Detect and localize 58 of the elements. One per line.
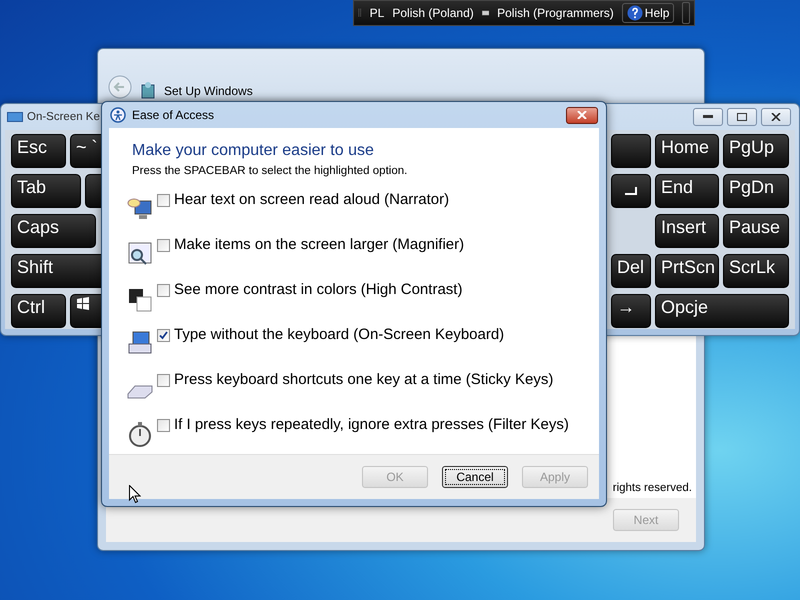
help-button[interactable]: Help — [622, 3, 674, 23]
help-icon — [626, 5, 643, 21]
windows-logo-icon — [76, 297, 90, 311]
keyboard-key[interactable]: PgUp — [723, 134, 789, 168]
dialog-button[interactable]: Cancel — [442, 466, 508, 488]
keyboard-key[interactable]: Caps — [11, 214, 96, 248]
keyboard-key[interactable]: Ctrl — [11, 294, 66, 328]
mouse-pointer-icon — [129, 485, 141, 504]
keyboard-key[interactable]: Opcje — [655, 294, 789, 328]
option-label[interactable]: See more contrast in colors (High Contrast) — [174, 281, 462, 298]
checkbox[interactable] — [157, 239, 170, 252]
keyboard-key[interactable]: Esc — [11, 134, 66, 168]
minimize-icon — [703, 115, 713, 119]
keyboard-icon — [7, 112, 23, 122]
window-title: Set Up Windows — [164, 84, 253, 99]
checkbox[interactable] — [157, 284, 170, 297]
checkbox[interactable] — [157, 329, 170, 342]
dialog-heading: Make your computer easier to use — [132, 142, 375, 160]
close-button[interactable] — [566, 106, 598, 124]
option-label[interactable]: Make items on the screen larger (Magnifier) — [174, 236, 464, 253]
accessibility-icon — [110, 107, 126, 123]
keyboard-key[interactable]: PrtScn — [655, 254, 719, 288]
checkbox[interactable] — [157, 374, 170, 387]
maximize-icon — [737, 113, 747, 121]
keys-icon — [127, 385, 153, 399]
copyright-text: rights reserved. — [612, 482, 692, 494]
setup-icon — [140, 81, 156, 99]
keyboard-key[interactable] — [611, 134, 651, 168]
options-button[interactable] — [682, 2, 690, 24]
keyboard-key[interactable]: Tab — [11, 174, 81, 208]
keyboard-key[interactable]: Insert — [655, 214, 719, 248]
keyboard-key[interactable]: Pause — [723, 214, 789, 248]
option-label[interactable]: Hear text on screen read aloud (Narrator) — [174, 191, 450, 208]
language-name[interactable]: Polish (Poland) — [392, 6, 474, 20]
keyboard-key[interactable]: Home — [655, 134, 719, 168]
enter-icon — [625, 187, 637, 195]
keyboard-key[interactable]: Del — [611, 254, 651, 288]
keyboard-key[interactable]: ScrLk — [723, 254, 789, 288]
keyboard-key[interactable]: → — [611, 294, 651, 328]
keyboard-key[interactable]: End — [655, 174, 719, 208]
keyboard-key[interactable]: PgDn — [723, 174, 789, 208]
option-label[interactable]: If I press keys repeatedly, ignore extra presses (Filter Keys) — [174, 416, 569, 433]
keyboard-layout[interactable]: Polish (Programmers) — [497, 6, 614, 20]
option-label[interactable]: Press keyboard shortcuts one key at a time (Sticky Keys) — [174, 371, 554, 388]
maximize-button[interactable] — [727, 108, 757, 126]
close-icon — [577, 111, 587, 119]
checkbox[interactable] — [157, 419, 170, 432]
keyboard-icon — [482, 8, 490, 18]
close-icon — [771, 113, 781, 121]
enter-key[interactable] — [611, 174, 651, 208]
instruction-text: Press the SPACEBAR to select the highlighted option. — [132, 165, 408, 177]
language-code[interactable]: PL — [370, 6, 384, 20]
close-button[interactable] — [761, 108, 791, 126]
window-title: On-Screen Ke — [27, 111, 100, 123]
minimize-button[interactable] — [693, 108, 723, 126]
option-label[interactable]: Type without the keyboard (On-Screen Keyboard) — [174, 326, 504, 343]
dialog-title: Ease of Access — [132, 108, 216, 122]
checkbox[interactable] — [157, 194, 170, 207]
